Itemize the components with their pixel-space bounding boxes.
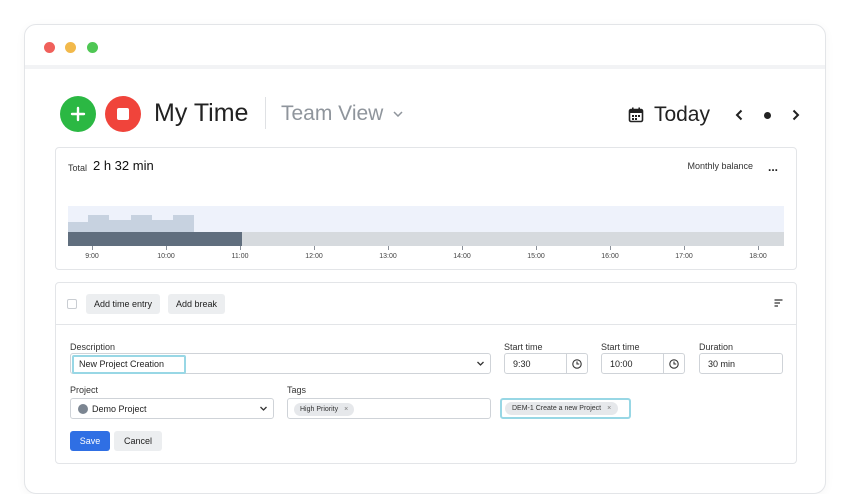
time-summary-panel: Total 2 h 32 min Monthly balance ... 9:0… xyxy=(55,147,797,270)
end-time-label: Start time xyxy=(601,342,640,352)
chevron-down-icon[interactable] xyxy=(259,404,268,413)
select-all-checkbox[interactable] xyxy=(67,299,77,309)
activity-bar xyxy=(152,220,173,232)
end-time-picker-button[interactable] xyxy=(663,354,684,373)
start-time-value: 9:30 xyxy=(513,359,531,369)
date-navigation: Today xyxy=(628,99,807,131)
stop-icon xyxy=(117,108,129,120)
activity-bar xyxy=(131,215,152,232)
title-bar xyxy=(25,25,825,69)
timeline-track[interactable] xyxy=(68,232,784,246)
monthly-balance-label[interactable]: Monthly balance xyxy=(687,161,753,171)
chevron-left-icon xyxy=(735,109,743,121)
save-button[interactable]: Save xyxy=(70,431,110,451)
activity-bar xyxy=(88,215,109,232)
cancel-button[interactable]: Cancel xyxy=(114,431,162,451)
tag-chip: High Priority × xyxy=(294,403,355,416)
timeline-tick: 17:00 xyxy=(669,246,699,260)
page-title: My Time xyxy=(154,99,249,127)
activity-chart xyxy=(68,206,784,232)
chevron-down-icon[interactable] xyxy=(476,359,485,368)
add-entry-button[interactable] xyxy=(60,96,96,132)
maximize-window-button[interactable] xyxy=(87,42,98,53)
project-label: Project xyxy=(70,385,99,395)
team-view-label: Team View xyxy=(281,102,384,125)
more-options-icon[interactable]: ... xyxy=(768,160,778,174)
duration-value: 30 min xyxy=(708,359,736,369)
app-window: My Time Team View Today Total 2 h 32 min… xyxy=(24,24,826,494)
description-value: New Project Creation xyxy=(79,359,165,369)
project-select[interactable]: Demo Project xyxy=(70,398,274,419)
timeline-tick: 18:00 xyxy=(743,246,773,260)
current-day-dot[interactable] xyxy=(764,111,771,119)
activity-bar xyxy=(109,220,131,232)
next-day-button[interactable] xyxy=(785,109,807,121)
description-label: Description xyxy=(70,342,116,352)
previous-day-button[interactable] xyxy=(728,109,750,121)
project-icon xyxy=(78,404,88,414)
timeline-tick: 15:00 xyxy=(521,246,551,260)
start-time-picker-button[interactable] xyxy=(566,354,587,373)
page-header: My Time Team View Today xyxy=(60,95,807,135)
calendar-icon xyxy=(628,107,644,123)
timeline-tick: 13:00 xyxy=(373,246,403,260)
entry-toolbar: Add time entry Add break xyxy=(56,283,796,325)
linked-issue-chip: DEM-1 Create a new Project × xyxy=(505,402,619,415)
project-value: Demo Project xyxy=(92,404,147,414)
total-label: Total xyxy=(68,163,88,173)
end-time-value: 10:00 xyxy=(610,359,633,369)
timeline-tick: 11:00 xyxy=(225,246,255,260)
duration-input[interactable]: 30 min xyxy=(699,353,783,374)
plus-icon xyxy=(70,106,86,122)
description-input[interactable]: New Project Creation xyxy=(70,353,491,374)
add-time-entry-button[interactable]: Add time entry xyxy=(86,294,161,314)
minimize-window-button[interactable] xyxy=(65,42,76,53)
timeline-tick: 16:00 xyxy=(595,246,625,260)
start-time-input[interactable]: 9:30 xyxy=(504,353,588,374)
activity-bar xyxy=(68,222,88,232)
timeline-tick: 12:00 xyxy=(299,246,329,260)
stop-timer-button[interactable] xyxy=(105,96,141,132)
clock-icon xyxy=(669,358,679,369)
activity-bar xyxy=(173,215,194,232)
tags-input[interactable]: High Priority × xyxy=(287,398,491,419)
end-time-input[interactable]: 10:00 xyxy=(601,353,685,374)
add-break-button[interactable]: Add break xyxy=(168,294,226,314)
timeline-tracked-segment xyxy=(68,232,242,246)
clock-icon xyxy=(572,358,582,369)
time-entry-panel: Add time entry Add break Description New… xyxy=(55,282,797,464)
remove-tag-icon[interactable]: × xyxy=(344,406,348,413)
linked-issue-field[interactable]: DEM-1 Create a new Project × xyxy=(500,398,631,419)
team-view-dropdown[interactable]: Team View xyxy=(281,102,403,126)
timeline-tick: 9:00 xyxy=(77,246,107,260)
timeline-tick: 10:00 xyxy=(151,246,181,260)
today-button[interactable]: Today xyxy=(654,103,710,127)
tags-label: Tags xyxy=(287,385,307,395)
header-divider xyxy=(265,97,266,129)
total-value: 2 h 32 min xyxy=(93,158,154,173)
chevron-right-icon xyxy=(792,109,800,121)
start-time-label: Start time xyxy=(504,342,543,352)
timeline-tick: 14:00 xyxy=(447,246,477,260)
duration-label: Duration xyxy=(699,342,734,352)
sort-filter-icon[interactable] xyxy=(774,299,783,307)
close-window-button[interactable] xyxy=(44,42,55,53)
chevron-down-icon xyxy=(393,111,403,117)
remove-issue-icon[interactable]: × xyxy=(607,405,611,412)
